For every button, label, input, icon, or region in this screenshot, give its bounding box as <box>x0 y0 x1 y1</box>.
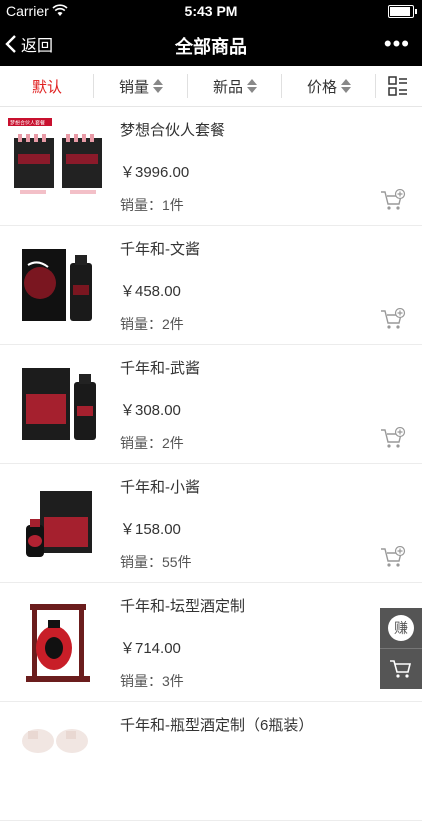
add-to-cart-icon[interactable] <box>380 546 406 568</box>
tab-label: 新品 <box>212 78 243 96</box>
product-sales: 销量：3件 <box>120 673 184 689</box>
earn-label: 赚 <box>388 615 414 641</box>
product-item[interactable]: 千年和-武酱 ￥308.00 销量：2件 <box>0 345 422 464</box>
floating-cart-button[interactable] <box>380 648 422 689</box>
product-name[interactable]: 梦想合伙人套餐 <box>120 119 225 140</box>
status-bar: Carrier 5:43 PM <box>0 0 422 22</box>
product-list: 梦想合伙人套餐 梦想合伙人套餐 ￥3996.00 销量：1件 千年和-文酱 ￥4… <box>0 107 422 821</box>
page-title: 全部商品 <box>175 37 247 57</box>
product-sales: 销量：1件 <box>120 197 184 213</box>
product-name[interactable]: 千年和-文酱 <box>120 238 200 259</box>
sort-arrows-icon <box>341 79 351 93</box>
product-sales: 销量：2件 <box>120 316 184 332</box>
tab-default[interactable]: 默认 <box>0 66 94 106</box>
product-price: ￥458.00 <box>120 283 181 300</box>
battery-icon <box>388 5 417 18</box>
add-to-cart-icon[interactable] <box>380 427 406 449</box>
view-toggle-button[interactable] <box>376 66 420 106</box>
product-badge: 梦想合伙人套餐 <box>10 120 45 127</box>
add-to-cart-icon[interactable] <box>380 189 406 211</box>
product-item[interactable]: 千年和-文酱 ￥458.00 销量：2件 <box>0 226 422 345</box>
product-item[interactable]: 千年和-坛型酒定制 ￥714.00 销量：3件 <box>0 583 422 702</box>
product-price: ￥714.00 <box>120 640 181 657</box>
product-image[interactable] <box>8 473 108 573</box>
product-image[interactable]: 梦想合伙人套餐 <box>8 116 108 216</box>
clock: 5:43 PM <box>184 3 238 19</box>
product-price: ￥308.00 <box>120 402 181 419</box>
product-name[interactable]: 千年和-武酱 <box>120 357 200 378</box>
product-name[interactable]: 千年和-坛型酒定制 <box>120 595 245 616</box>
sort-arrows-icon <box>247 79 257 93</box>
sort-bar: 默认 销量 新品 价格 <box>0 66 422 107</box>
tab-label: 价格 <box>306 78 337 96</box>
more-menu-button[interactable]: ••• <box>384 31 410 57</box>
tab-label: 默认 <box>31 78 62 96</box>
product-name[interactable]: 千年和-瓶型酒定制（6瓶装） <box>120 714 313 735</box>
product-price: ￥158.00 <box>120 521 181 538</box>
tab-new[interactable]: 新品 <box>188 66 282 106</box>
tab-sales[interactable]: 销量 <box>94 66 188 106</box>
cart-icon <box>390 660 412 678</box>
product-image[interactable] <box>8 592 108 692</box>
product-sales: 销量：2件 <box>120 435 184 451</box>
earn-button[interactable]: 赚 <box>380 608 422 648</box>
list-view-icon <box>388 76 407 96</box>
tab-label: 销量 <box>118 78 149 96</box>
sort-arrows-icon <box>153 79 163 93</box>
product-sales: 销量：55件 <box>120 554 192 570</box>
product-image[interactable] <box>8 235 108 335</box>
product-item[interactable]: 千年和-小酱 ￥158.00 销量：55件 <box>0 464 422 583</box>
product-name[interactable]: 千年和-小酱 <box>120 476 200 497</box>
product-price: ￥3996.00 <box>120 164 190 181</box>
product-item[interactable]: 梦想合伙人套餐 梦想合伙人套餐 ￥3996.00 销量：1件 <box>0 107 422 226</box>
product-image[interactable] <box>8 354 108 454</box>
nav-bar: 返回 全部商品 ••• <box>0 22 422 66</box>
product-item[interactable]: 千年和-瓶型酒定制（6瓶装） <box>0 702 422 821</box>
add-to-cart-icon[interactable] <box>380 308 406 330</box>
tab-price[interactable]: 价格 <box>282 66 376 106</box>
product-image[interactable] <box>8 711 108 811</box>
